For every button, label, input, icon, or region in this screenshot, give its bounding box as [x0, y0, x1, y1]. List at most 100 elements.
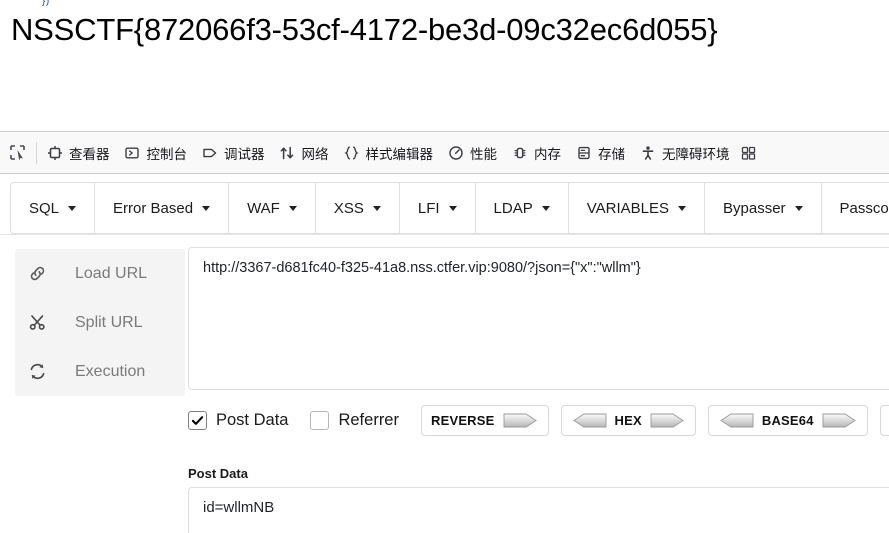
url-input-value: http://3367-d681fc40-f325-41a8.nss.ctfer…	[203, 260, 641, 276]
inspector-icon	[46, 144, 63, 161]
application-icon	[741, 144, 758, 161]
load-url-button[interactable]: Load URL	[15, 249, 185, 298]
chevron-down-icon	[288, 205, 297, 211]
chevron-down-icon	[202, 205, 211, 211]
hackbar-options-row: Post Data Referrer REVERSE HEX BASE64	[188, 402, 889, 438]
element-picker-button[interactable]	[0, 132, 34, 173]
post-data-input[interactable]: id=wllmNB	[188, 487, 889, 533]
referrer-checkbox[interactable]	[310, 410, 330, 430]
debugger-icon	[201, 144, 218, 161]
screenshot-root: }) NSSCTF{872066f3-53cf-4172-be3d-09c32e…	[0, 0, 889, 533]
post-data-input-value: id=wllmNB	[203, 499, 275, 516]
devtools-tab-performance[interactable]: 性能	[440, 132, 504, 173]
hackbar-tab-label: VARIABLES	[586, 199, 669, 217]
devtools-tab-label: 无障碍环境	[662, 146, 730, 162]
reverse-encoder-label: REVERSE	[430, 412, 495, 428]
hackbar-panel: SQL Error Based WAF XSS LFI LDAP VARIABL…	[0, 174, 889, 533]
post-data-checkbox-label: Post Data	[216, 410, 289, 429]
chevron-down-icon	[448, 205, 457, 211]
hex-encoder-button[interactable]: HEX	[560, 404, 696, 436]
devtools-tab-label: 网络	[301, 146, 329, 162]
devtools-tab-debugger[interactable]: 调试器	[194, 132, 272, 173]
next-encoder-button[interactable]	[879, 404, 889, 436]
devtools-tab-label: 内存	[534, 146, 561, 162]
base64-encoder-button[interactable]: BASE64	[707, 404, 868, 436]
performance-icon	[447, 144, 464, 161]
execution-button[interactable]: Execution	[15, 347, 185, 396]
devtools-tab-accessibility[interactable]: 无障碍环境	[632, 132, 737, 173]
chevron-down-icon	[372, 205, 381, 211]
scissors-icon	[15, 313, 59, 332]
base64-encoder-label: BASE64	[761, 412, 814, 428]
hackbar-tab-lfi[interactable]: LFI	[398, 182, 475, 234]
post-data-checkbox-wrap[interactable]: Post Data	[188, 410, 289, 430]
network-icon	[279, 144, 296, 161]
arrow-left-icon[interactable]	[718, 411, 754, 430]
hackbar-tab-xss[interactable]: XSS	[314, 182, 399, 234]
devtools-tab-memory[interactable]: 内存	[504, 132, 568, 173]
accessibility-icon	[639, 144, 656, 161]
toolbar-divider	[36, 141, 37, 164]
chevron-down-icon	[68, 205, 77, 211]
hackbar-tab-label: WAF	[247, 199, 280, 217]
devtools-tab-label: 性能	[470, 146, 497, 162]
web-page-content: }) NSSCTF{872066f3-53cf-4172-be3d-09c32e…	[0, 0, 889, 131]
devtools-tab-label: 调试器	[224, 146, 265, 162]
arrow-left-icon[interactable]	[571, 411, 607, 430]
post-data-section-label: Post Data	[188, 466, 248, 481]
devtools-tab-label: 查看器	[69, 146, 110, 162]
hackbar-tab-error-based[interactable]: Error Based	[94, 182, 229, 234]
chevron-down-icon	[678, 205, 686, 211]
hackbar-tab-bypasser[interactable]: Bypasser	[704, 182, 821, 234]
devtools-tab-storage[interactable]: 存储	[568, 132, 632, 173]
memory-icon	[511, 144, 528, 161]
hackbar-tabbar: SQL Error Based WAF XSS LFI LDAP VARIABL…	[10, 182, 889, 234]
hackbar-tab-passcode[interactable]: Passcode	[820, 182, 889, 234]
execution-label: Execution	[75, 362, 146, 380]
devtools-tab-label: 样式编辑器	[365, 146, 434, 162]
hackbar-tab-label: XSS	[333, 199, 364, 217]
link-icon	[15, 264, 59, 283]
hackbar-tab-label: Error Based	[113, 199, 194, 217]
hackbar-tab-ldap[interactable]: LDAP	[474, 182, 568, 234]
url-input[interactable]: http://3367-d681fc40-f325-41a8.nss.ctfer…	[188, 247, 889, 390]
devtools-toolbar: 查看器 控制台 调试器 网络 样式编辑器 性能 内存 存储 无障碍环境	[0, 131, 889, 174]
post-data-checkbox[interactable]	[188, 410, 207, 430]
reverse-encoder-button[interactable]: REVERSE	[420, 404, 549, 436]
flag-text: NSSCTF{872066f3-53cf-4172-be3d-09c32ec6d…	[11, 12, 718, 47]
hackbar-tab-sql[interactable]: SQL	[10, 182, 95, 234]
tabrow-divider	[0, 234, 889, 235]
hackbar-tab-label: LFI	[417, 199, 440, 217]
devtools-tab-label: 控制台	[146, 146, 188, 162]
devtools-tab-console[interactable]: 控制台	[117, 132, 195, 173]
page-fragment-text: })	[42, 0, 50, 7]
devtools-tab-application[interactable]	[737, 144, 763, 161]
arrow-right-icon[interactable]	[650, 411, 686, 430]
referrer-checkbox-wrap[interactable]: Referrer	[310, 410, 399, 430]
arrow-right-icon[interactable]	[822, 411, 858, 430]
devtools-tab-inspector[interactable]: 查看器	[39, 132, 117, 173]
devtools-tab-label: 存储	[598, 146, 625, 162]
devtools-tab-style-editor[interactable]: 样式编辑器	[336, 132, 441, 173]
hackbar-tab-variables[interactable]: VARIABLES	[567, 182, 704, 234]
hackbar-tab-label: Passcode	[839, 199, 889, 217]
storage-icon	[575, 144, 592, 161]
hackbar-tab-label: Bypasser	[723, 199, 786, 217]
load-url-label: Load URL	[75, 264, 148, 282]
hackbar-tab-label: SQL	[29, 199, 60, 217]
split-url-label: Split URL	[75, 313, 143, 331]
devtools-tab-network[interactable]: 网络	[272, 132, 336, 173]
element-picker-icon	[9, 144, 26, 161]
arrow-right-icon[interactable]	[503, 411, 539, 430]
hex-encoder-label: HEX	[614, 412, 642, 428]
console-icon	[124, 144, 141, 161]
hackbar-tab-label: LDAP	[493, 199, 533, 217]
hackbar-action-column: Load URL Split URL Execution	[15, 249, 185, 396]
chevron-down-icon	[794, 205, 803, 211]
refresh-icon	[15, 362, 59, 381]
hackbar-tab-waf[interactable]: WAF	[228, 182, 315, 234]
referrer-checkbox-label: Referrer	[338, 410, 399, 429]
chevron-down-icon	[541, 205, 550, 211]
style-editor-icon	[343, 144, 360, 161]
split-url-button[interactable]: Split URL	[15, 298, 185, 347]
